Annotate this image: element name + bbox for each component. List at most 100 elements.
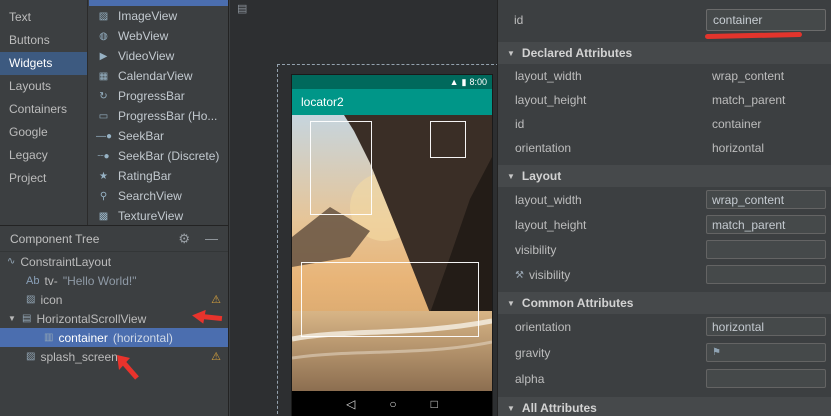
section-layout[interactable]: ▼ Layout [498, 165, 831, 187]
attributes-panel: id ▼ Declared Attributes layout_width wr… [497, 0, 831, 416]
attr-row-tools-visibility: ⚒ visibility [498, 262, 831, 287]
widget-item-seekbar[interactable]: —● SeekBar [89, 126, 228, 146]
widget-item-progressbar-horizontal[interactable]: ▭ ProgressBar (Ho... [89, 106, 228, 126]
warning-icon: ⚠ [211, 293, 221, 306]
layout-height-field[interactable]: match_parent [706, 215, 826, 234]
attr-label-text: visibility [529, 268, 570, 282]
home-icon: ○ [389, 397, 396, 411]
alpha-field[interactable] [706, 369, 826, 388]
palette-category-text[interactable]: Text [0, 6, 87, 29]
attr-row-visibility: visibility [498, 237, 831, 262]
tree-item-icon[interactable]: ▨ icon ⚠ [0, 290, 228, 309]
child-view-highlight [301, 262, 479, 337]
palette-category-buttons[interactable]: Buttons [0, 29, 87, 52]
tree-item-constraintlayout[interactable]: ∿ ConstraintLayout [0, 252, 228, 271]
preview-nav-bar: ◁ ○ □ [292, 391, 492, 416]
attr-value: match_parent [712, 93, 785, 107]
attr-row-layout-height[interactable]: layout_height match_parent [498, 88, 831, 112]
minimize-icon[interactable]: — [205, 232, 218, 245]
widget-label: ImageView [118, 9, 177, 23]
widget-item-calendarview[interactable]: ▦ CalendarView [89, 66, 228, 86]
textview-icon: Ab [26, 275, 39, 287]
visibility-field[interactable] [706, 240, 826, 259]
section-title: Declared Attributes [522, 46, 632, 60]
tree-item-textview[interactable]: Ab tv- "Hello World!" [0, 271, 228, 290]
panel-icon[interactable]: ▤ [237, 2, 247, 15]
section-common-attributes[interactable]: ▼ Common Attributes [498, 292, 831, 314]
section-declared-attributes[interactable]: ▼ Declared Attributes [498, 42, 831, 64]
widget-item-ratingbar[interactable]: ★ RatingBar [89, 166, 228, 186]
widget-item-progressbar[interactable]: ↻ ProgressBar [89, 86, 228, 106]
section-title: All Attributes [522, 401, 597, 415]
android-studio-layout-editor: Text Buttons Widgets Layouts Containers … [0, 0, 831, 416]
warning-icon: ⚠ [211, 350, 221, 363]
tree-item-label: HorizontalScrollView [36, 312, 146, 326]
attr-label: layout_width [515, 193, 582, 207]
attr-value: container [712, 117, 761, 131]
section-title: Layout [522, 169, 561, 183]
tree-item-label: icon [40, 293, 62, 307]
palette-category-containers[interactable]: Containers [0, 98, 87, 121]
layout-width-field[interactable]: wrap_content [706, 190, 826, 209]
widget-label: ProgressBar (Ho... [118, 109, 217, 123]
widget-label: SeekBar (Discrete) [118, 149, 219, 163]
palette-category-google[interactable]: Google [0, 121, 87, 144]
imageview-icon: ▨ [26, 294, 35, 305]
widget-item-videoview[interactable]: ▶ VideoView [89, 46, 228, 66]
attr-row-gravity: gravity ⚑ [498, 340, 831, 366]
calendarview-icon: ▦ [96, 71, 111, 82]
id-input[interactable] [706, 9, 826, 31]
tree-item-label: ConstraintLayout [20, 255, 111, 269]
tools-visibility-field[interactable] [706, 265, 826, 284]
back-icon: ◁ [346, 397, 355, 411]
attr-row-orientation[interactable]: orientation horizontal [498, 136, 831, 160]
tree-item-suffix: (horizontal) [113, 331, 173, 345]
gear-icon[interactable]: ⚙ [178, 232, 190, 245]
palette-category-layouts[interactable]: Layouts [0, 75, 87, 98]
status-time: 8:00 [469, 78, 487, 87]
imageview-icon: ▨ [26, 351, 35, 362]
widget-item-seekbar-discrete[interactable]: ┈● SeekBar (Discrete) [89, 146, 228, 166]
design-surface[interactable]: ▤ ▲ ▮ 8:00 locator2 [230, 0, 497, 416]
attr-value: horizontal [712, 141, 764, 155]
field-value: match_parent [712, 218, 785, 232]
progressbar-horizontal-icon: ▭ [96, 111, 111, 122]
attr-label: alpha [515, 372, 544, 386]
widget-item-searchview[interactable]: ⚲ SearchView [89, 186, 228, 206]
tree-item-label: tv- [44, 274, 57, 288]
component-tree-title: Component Tree [10, 232, 163, 246]
webview-icon: ◍ [96, 31, 111, 42]
section-all-attributes[interactable]: ▼ All Attributes [498, 397, 831, 416]
app-title: locator2 [301, 95, 344, 109]
widget-item-webview[interactable]: ◍ WebView [89, 26, 228, 46]
gravity-field[interactable]: ⚑ [706, 343, 826, 362]
palette-category-legacy[interactable]: Legacy [0, 144, 87, 167]
annotation-arrow-horizontalscrollview [190, 309, 224, 325]
tree-item-container[interactable]: ▥ container (horizontal) [0, 328, 228, 347]
overview-icon: □ [431, 397, 438, 411]
palette-category-project[interactable]: Project [0, 167, 87, 190]
id-attribute-row: id [498, 8, 831, 34]
device-preview[interactable]: ▲ ▮ 8:00 locator2 [292, 75, 492, 416]
widget-item-textureview[interactable]: ▩ TextureView [89, 206, 228, 225]
attr-label: orientation [515, 320, 571, 334]
attr-label: id [515, 117, 524, 131]
progressbar-icon: ↻ [96, 91, 111, 102]
attr-row-orientation: orientation horizontal [498, 314, 831, 340]
widget-item-imageview[interactable]: ▨ ImageView [89, 6, 228, 26]
chevron-down-icon: ▼ [507, 299, 515, 308]
linearlayout-horizontal-icon: ▥ [44, 332, 53, 343]
field-value: horizontal [712, 320, 764, 334]
annotation-arrow-container [110, 351, 142, 381]
widget-label: SearchView [118, 189, 182, 203]
attr-row-layout-width[interactable]: layout_width wrap_content [498, 64, 831, 88]
orientation-field[interactable]: horizontal [706, 317, 826, 336]
tree-item-label: container [58, 331, 107, 345]
tree-item-suffix: "Hello World!" [63, 274, 137, 288]
chevron-down-icon[interactable]: ▼ [7, 314, 17, 323]
widget-label: RatingBar [118, 169, 171, 183]
textureview-icon: ▩ [96, 211, 111, 222]
attr-row-id[interactable]: id container [498, 112, 831, 136]
palette-category-widgets[interactable]: Widgets [0, 52, 87, 75]
attr-row-layout-width: layout_width wrap_content [498, 187, 831, 212]
